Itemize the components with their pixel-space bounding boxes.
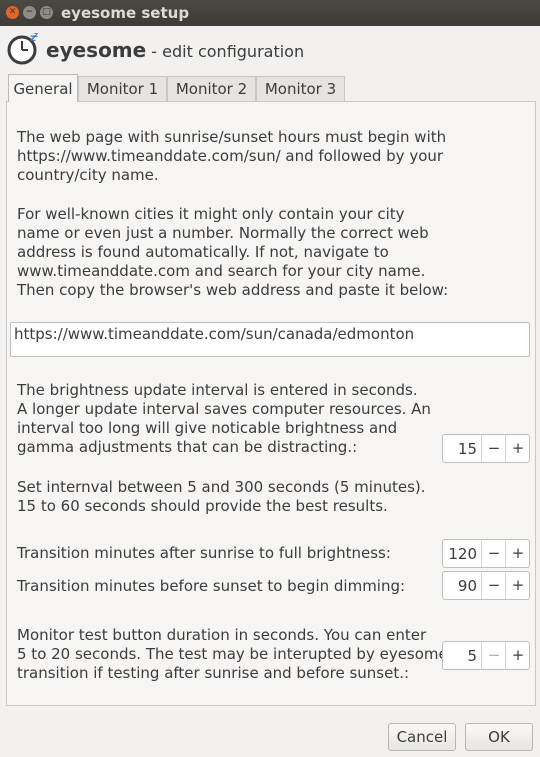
- tab-monitor-1[interactable]: Monitor 1: [78, 76, 167, 101]
- tab-general[interactable]: General: [8, 74, 78, 102]
- sun-url-value: https://www.timeanddate.com/sun/canada/e…: [14, 325, 415, 343]
- sunrise-increment-button[interactable]: +: [505, 540, 530, 567]
- sunset-label: Transition minutes before sunset to begi…: [17, 577, 406, 595]
- interval-increment-button[interactable]: +: [505, 435, 530, 462]
- test-duration-text: Monitor test button duration in seconds.…: [17, 626, 448, 682]
- test-duration-increment-button[interactable]: +: [505, 642, 530, 669]
- test-duration-decrement-button[interactable]: −: [481, 642, 506, 669]
- ok-button[interactable]: OK: [465, 723, 533, 751]
- sunset-value: 90: [457, 577, 477, 595]
- interval-hint-text: Set internval between 5 and 300 seconds …: [17, 478, 426, 515]
- maximize-icon[interactable]: □: [40, 6, 53, 19]
- interval-text: The brightness update interval is entere…: [17, 381, 431, 456]
- svg-text:z: z: [34, 32, 38, 39]
- sunrise-label: Transition minutes after sunrise to full…: [17, 544, 391, 562]
- sun-intro-text: The web page with sunrise/sunset hours m…: [17, 128, 447, 184]
- interval-decrement-button[interactable]: −: [481, 435, 506, 462]
- general-panel: The web page with sunrise/sunset hours m…: [6, 101, 536, 706]
- interval-value: 15: [457, 440, 477, 458]
- sunrise-decrement-button[interactable]: −: [481, 540, 506, 567]
- tab-monitor-2[interactable]: Monitor 2: [167, 76, 256, 101]
- cancel-button[interactable]: Cancel: [388, 723, 456, 751]
- close-icon[interactable]: ✕: [6, 6, 19, 19]
- test-duration-value: 5: [467, 647, 477, 665]
- clock-icon: z z: [7, 32, 38, 65]
- test-duration-stepper[interactable]: 5 − +: [442, 641, 530, 670]
- sunset-decrement-button[interactable]: −: [481, 572, 506, 599]
- tab-monitor-3[interactable]: Monitor 3: [256, 76, 345, 101]
- header-subtitle: - edit configuration: [146, 42, 305, 61]
- sunset-stepper[interactable]: 90 − +: [442, 571, 530, 600]
- sun-url-input[interactable]: https://www.timeanddate.com/sun/canada/e…: [10, 322, 530, 357]
- window-title: eyesome setup: [61, 4, 190, 22]
- minimize-icon[interactable]: −: [23, 6, 36, 19]
- sun-help-text: For well-known cities it might only cont…: [17, 205, 449, 299]
- interval-stepper[interactable]: 15 − +: [442, 434, 530, 463]
- dialog-header: eyesome - edit configuration: [46, 38, 304, 62]
- sunrise-value: 120: [448, 545, 477, 563]
- app-name: eyesome: [46, 38, 147, 62]
- sunrise-stepper[interactable]: 120 − +: [442, 539, 530, 568]
- title-bar: ✕ − □ eyesome setup: [0, 0, 540, 26]
- sunset-increment-button[interactable]: +: [505, 572, 530, 599]
